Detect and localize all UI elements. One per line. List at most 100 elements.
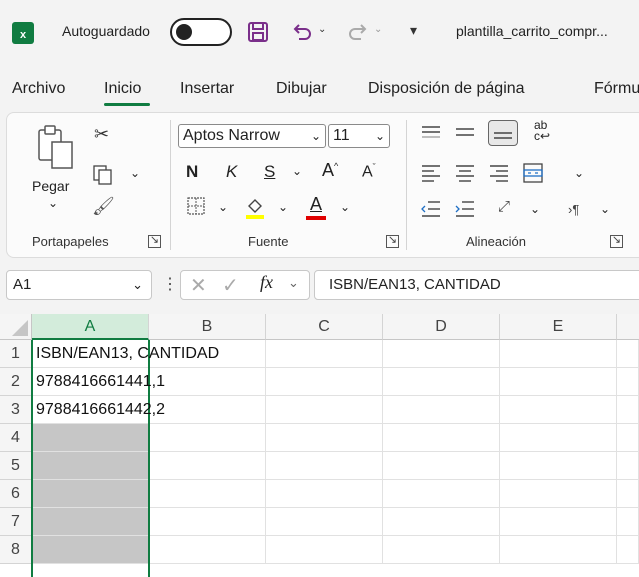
- redo-icon[interactable]: [346, 20, 370, 44]
- tab-dibujar[interactable]: Dibujar: [276, 80, 327, 98]
- grid-cell[interactable]: [617, 368, 639, 396]
- grid-cell[interactable]: [500, 368, 617, 396]
- grid-cell[interactable]: [500, 340, 617, 368]
- row-header-2[interactable]: 2: [0, 368, 32, 396]
- paragraph-direction-icon[interactable]: ›¶: [568, 202, 579, 217]
- increase-indent-icon[interactable]: [454, 200, 476, 218]
- grid-cell[interactable]: [383, 396, 500, 424]
- grid-cell[interactable]: [500, 396, 617, 424]
- paste-icon[interactable]: [36, 124, 76, 172]
- row-header-6[interactable]: 6: [0, 480, 32, 508]
- grid-cell[interactable]: [266, 452, 383, 480]
- grid-cell[interactable]: [149, 508, 266, 536]
- file-name[interactable]: plantilla_carrito_compr...: [456, 23, 608, 39]
- grid-cell[interactable]: [500, 424, 617, 452]
- merge-center-icon[interactable]: [522, 162, 544, 184]
- grid-cell[interactable]: [266, 536, 383, 564]
- paragraph-dropdown-icon[interactable]: ⌄: [600, 202, 610, 216]
- paste-dropdown-icon[interactable]: ⌄: [48, 196, 58, 210]
- grid-cell[interactable]: [617, 424, 639, 452]
- more-options-icon[interactable]: ⋮: [162, 274, 178, 294]
- fill-color-dropdown-icon[interactable]: ⌄: [278, 200, 288, 214]
- copy-icon[interactable]: [92, 164, 114, 186]
- shrink-font-button[interactable]: Aˇ: [362, 162, 376, 181]
- cell-a2[interactable]: 9788416661441,1: [36, 368, 165, 396]
- grid-cell[interactable]: [617, 480, 639, 508]
- grid-cell[interactable]: [383, 480, 500, 508]
- cancel-entry-icon[interactable]: ✕: [190, 273, 207, 298]
- align-left-icon[interactable]: [420, 164, 442, 182]
- cell-a3[interactable]: 9788416661442,2: [36, 396, 165, 424]
- row-header-3[interactable]: 3: [0, 396, 32, 424]
- confirm-entry-icon[interactable]: ✓: [222, 273, 239, 298]
- column-header-b[interactable]: B: [149, 314, 266, 340]
- grid-cell[interactable]: [617, 508, 639, 536]
- paste-label[interactable]: Pegar: [32, 178, 69, 194]
- underline-dropdown-icon[interactable]: ⌄: [292, 164, 302, 178]
- row-header-8[interactable]: 8: [0, 536, 32, 564]
- underline-button[interactable]: S: [264, 162, 275, 182]
- font-size-select[interactable]: 11 ⌄: [328, 124, 390, 148]
- grid-cell[interactable]: [617, 396, 639, 424]
- grid-cell[interactable]: [500, 508, 617, 536]
- align-middle-icon[interactable]: [454, 124, 476, 142]
- grid-cell[interactable]: [383, 508, 500, 536]
- autosave-toggle[interactable]: [170, 18, 232, 46]
- undo-dropdown-icon[interactable]: ⌄: [318, 24, 326, 35]
- column-header-f[interactable]: [617, 314, 639, 340]
- italic-button[interactable]: K: [226, 162, 237, 182]
- font-color-button[interactable]: A: [304, 194, 328, 220]
- grid-cell[interactable]: [383, 368, 500, 396]
- fill-color-icon[interactable]: [244, 196, 266, 220]
- cell-a1[interactable]: ISBN/EAN13, CANTIDAD: [36, 340, 219, 368]
- column-header-c[interactable]: C: [266, 314, 383, 340]
- grid-cell[interactable]: [500, 452, 617, 480]
- grid-cell[interactable]: [383, 424, 500, 452]
- format-painter-icon[interactable]: 🖌: [92, 196, 115, 217]
- formula-input[interactable]: ISBN/EAN13, CANTIDAD: [314, 270, 639, 300]
- align-center-icon[interactable]: [454, 164, 476, 182]
- borders-dropdown-icon[interactable]: ⌄: [218, 200, 228, 214]
- grid-cell[interactable]: [617, 452, 639, 480]
- alignment-launcher-icon[interactable]: ↘: [610, 235, 623, 248]
- grid-cell[interactable]: [383, 452, 500, 480]
- align-bottom-icon[interactable]: [488, 120, 518, 146]
- font-color-dropdown-icon[interactable]: ⌄: [340, 200, 350, 214]
- grid-cell[interactable]: [266, 368, 383, 396]
- grid-cell[interactable]: [266, 340, 383, 368]
- column-header-e[interactable]: E: [500, 314, 617, 340]
- bold-button[interactable]: N: [186, 162, 198, 182]
- align-top-icon[interactable]: [420, 124, 442, 142]
- row-header-1[interactable]: 1: [0, 340, 32, 368]
- grid-cell[interactable]: [149, 480, 266, 508]
- decrease-indent-icon[interactable]: [420, 200, 442, 218]
- redo-dropdown-icon[interactable]: ⌄: [374, 24, 382, 35]
- clipboard-launcher-icon[interactable]: ↘: [148, 235, 161, 248]
- grid-cell[interactable]: [266, 396, 383, 424]
- insert-function-button[interactable]: fx: [260, 272, 273, 293]
- select-all-corner[interactable]: [0, 314, 32, 340]
- column-header-d[interactable]: D: [383, 314, 500, 340]
- grid-cell[interactable]: [149, 452, 266, 480]
- grid-cell[interactable]: [383, 340, 500, 368]
- grid-cell[interactable]: [617, 536, 639, 564]
- save-icon[interactable]: [248, 22, 268, 42]
- copy-dropdown-icon[interactable]: ⌄: [130, 166, 140, 180]
- merge-dropdown-icon[interactable]: ⌄: [574, 166, 584, 180]
- tab-archivo[interactable]: Archivo: [12, 80, 65, 98]
- insert-function-dropdown-icon[interactable]: ⌄: [288, 275, 299, 291]
- grid-cell[interactable]: [500, 480, 617, 508]
- grid-cell[interactable]: [266, 480, 383, 508]
- tab-formulas[interactable]: Fórmu: [594, 80, 639, 98]
- orientation-icon[interactable]: ⤢: [498, 198, 510, 215]
- row-header-5[interactable]: 5: [0, 452, 32, 480]
- grow-font-button[interactable]: A^: [322, 160, 338, 181]
- name-box[interactable]: A1 ⌄: [6, 270, 152, 300]
- customize-qat-icon[interactable]: ▾: [410, 22, 417, 39]
- borders-icon[interactable]: [186, 196, 206, 216]
- undo-icon[interactable]: [290, 20, 314, 44]
- font-name-select[interactable]: Aptos Narrow ⌄: [178, 124, 326, 148]
- grid-cell[interactable]: [266, 424, 383, 452]
- tab-inicio[interactable]: Inicio: [104, 80, 141, 98]
- grid-cell[interactable]: [617, 340, 639, 368]
